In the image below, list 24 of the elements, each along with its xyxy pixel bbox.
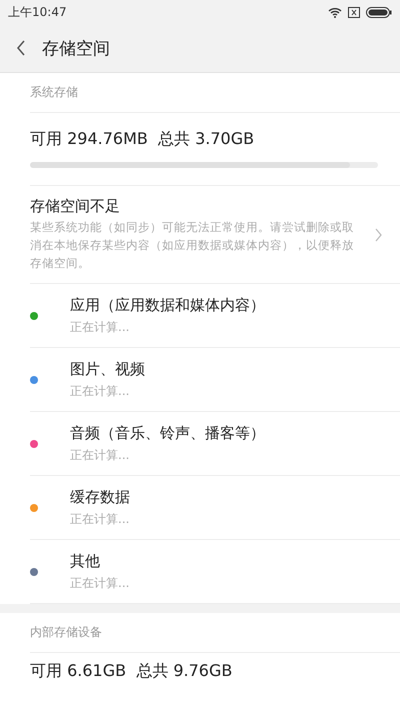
low-storage-item[interactable]: 存储空间不足 某些系统功能（如同步）可能无法正常使用。请尝试删除或取消在本地保存某些内容（如应用数据或媒体内容），以便释放存储空间。 xyxy=(30,186,400,284)
category-name: 音频（音乐、铃声、播客等） xyxy=(70,424,265,442)
no-sim-icon xyxy=(348,6,360,18)
category-status: 正在计算... xyxy=(70,574,130,592)
battery-icon xyxy=(366,6,392,18)
category-status: 正在计算... xyxy=(70,382,130,400)
storage-summary: 可用 294.76MB 总共 3.70GB xyxy=(30,128,256,150)
status-time: 上午10:47 xyxy=(8,4,67,20)
chevron-right-icon xyxy=(375,228,382,242)
page-title: 存储空间 xyxy=(42,38,110,60)
category-status: 正在计算... xyxy=(70,510,130,528)
warning-text: 某些系统功能（如同步）可能无法正常使用。请尝试删除或取消在本地保存某些内容（如应用数据或媒体内容），以便释放存储空间。 xyxy=(30,219,355,272)
wifi-icon xyxy=(328,6,342,18)
category-status: 正在计算... xyxy=(70,318,130,336)
category-name: 其他 xyxy=(70,552,101,570)
storage-summary: 可用 6.61GB 总共 9.76GB xyxy=(30,660,232,682)
section-heading: 系统存储 xyxy=(30,85,78,99)
category-status: 正在计算... xyxy=(70,446,130,464)
category-name: 应用（应用数据和媒体内容） xyxy=(70,296,265,314)
category-name: 缓存数据 xyxy=(70,488,130,506)
section-heading: 内部存储设备 xyxy=(30,625,102,639)
warning-title: 存储空间不足 xyxy=(30,197,121,216)
back-icon[interactable] xyxy=(16,40,26,56)
category-name: 图片、视频 xyxy=(70,360,145,378)
